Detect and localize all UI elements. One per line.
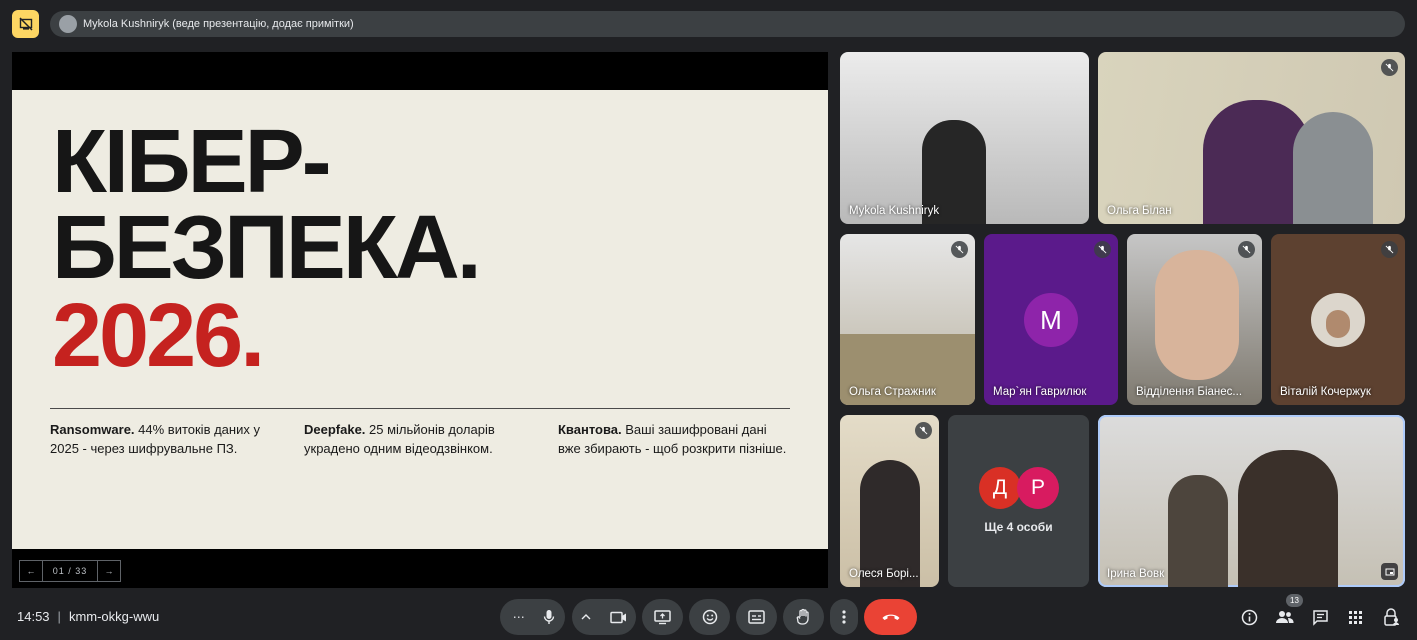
slide-navigator: ← 01 / 33 → <box>19 560 121 582</box>
more-participants-label: Ще 4 особи <box>984 520 1053 534</box>
meeting-code: kmm-okkg-wwu <box>68 609 160 624</box>
more-participants-tile[interactable]: Д Р Ще 4 особи <box>948 415 1089 587</box>
more-vert-icon <box>842 610 846 624</box>
presentation-slide: КІБЕР- БЕЗПЕКА. 2026. Ransomware. 44% ви… <box>12 90 828 549</box>
participant-name: Мар`ян Гаврилюк <box>993 386 1087 398</box>
participant-video <box>1155 250 1239 380</box>
participant-tile[interactable]: Ольга Стражник <box>840 234 975 405</box>
participant-name: Ірина Вовк <box>1107 568 1165 580</box>
participant-name: Ольга Білан <box>1107 205 1172 217</box>
mic-off-icon <box>1238 241 1255 258</box>
participant-tile[interactable]: M Мар`ян Гаврилюк <box>984 234 1118 405</box>
participant-tile-self[interactable]: Ірина Вовк <box>1098 415 1405 587</box>
reactions-button[interactable] <box>689 599 730 635</box>
captions-button[interactable] <box>736 599 777 635</box>
chevron-up-icon[interactable] <box>581 613 591 621</box>
mic-icon[interactable] <box>542 609 556 625</box>
picture-in-picture-icon[interactable] <box>1381 563 1398 580</box>
presentation-toggle-button[interactable] <box>12 10 39 38</box>
audio-options-icon[interactable]: ⋯ <box>513 610 525 624</box>
mic-off-icon <box>915 422 932 439</box>
meeting-info: 14:53 | kmm-okkg-wwu <box>17 609 159 624</box>
captions-icon <box>748 610 765 624</box>
prev-slide-button[interactable]: ← <box>20 561 43 581</box>
raise-hand-button[interactable] <box>783 599 824 635</box>
divider: | <box>57 609 61 624</box>
slide-heading-line2: БЕЗПЕКА. <box>52 198 482 298</box>
slide-page-indicator: 01 / 33 <box>43 561 98 581</box>
apps-grid-icon <box>1348 610 1362 624</box>
slide-column-quantum: Квантова. Ваші зашифровані дані вже збир… <box>558 422 787 456</box>
more-options-button[interactable] <box>830 599 858 635</box>
lock-person-icon <box>1383 608 1399 626</box>
participant-name: Віталій Кочержук <box>1280 386 1371 398</box>
participant-name: Mykola Kushniryk <box>849 205 940 217</box>
presenter-avatar <box>59 15 77 33</box>
people-icon <box>1275 611 1294 623</box>
host-controls-button[interactable] <box>1380 606 1402 628</box>
mic-off-icon <box>1094 241 1111 258</box>
slide-column-ransomware: Ransomware. 44% витоків даних у 2025 - ч… <box>50 422 260 456</box>
activities-button[interactable] <box>1344 606 1366 628</box>
participant-avatar: Р <box>1017 467 1059 509</box>
camera-icon[interactable] <box>610 611 627 624</box>
participant-avatar-photo <box>1311 293 1365 347</box>
slide-column-deepfake: Deepfake. 25 мільйонів доларів украдено … <box>304 422 495 456</box>
present-screen-icon <box>654 609 671 624</box>
participant-tile[interactable]: Олеся Борі... <box>840 415 939 587</box>
people-button[interactable] <box>1273 606 1295 628</box>
next-slide-button[interactable]: → <box>98 561 120 581</box>
participant-avatar: Д <box>979 467 1021 509</box>
participant-tile[interactable]: Mykola Kushniryk <box>840 52 1089 224</box>
slide-heading-line3: 2026. <box>52 286 265 386</box>
slide-divider <box>50 408 790 409</box>
meeting-details-button[interactable] <box>1238 606 1260 628</box>
participant-tile[interactable]: Відділення Біанес... <box>1127 234 1262 405</box>
mic-off-icon <box>951 241 968 258</box>
emoji-icon <box>702 609 717 625</box>
audio-control-group: ⋯ <box>500 599 565 635</box>
participant-tile[interactable]: Ольга Білан <box>1098 52 1405 224</box>
participant-name: Олеся Борі... <box>849 568 919 580</box>
presentation-off-icon <box>18 17 33 31</box>
participant-name: Ольга Стражник <box>849 386 936 398</box>
present-screen-button[interactable] <box>642 599 683 635</box>
hang-up-icon <box>882 614 899 620</box>
clock: 14:53 <box>17 609 50 624</box>
participant-name: Відділення Біанес... <box>1136 386 1243 398</box>
presenter-label: Mykola Kushniryk (веде презентацію, дода… <box>83 18 354 30</box>
participant-video <box>1168 475 1228 587</box>
chat-button[interactable] <box>1309 606 1331 628</box>
leave-call-button[interactable] <box>864 599 917 635</box>
video-control-group <box>572 599 636 635</box>
participant-avatar: M <box>1024 293 1078 347</box>
presenter-banner[interactable]: Mykola Kushniryk (веде презентацію, дода… <box>50 11 1405 37</box>
info-icon <box>1241 609 1257 625</box>
participant-tile[interactable]: Віталій Кочержук <box>1271 234 1405 405</box>
mic-off-icon <box>1381 241 1398 258</box>
mic-off-icon <box>1381 59 1398 76</box>
hand-icon <box>796 608 809 625</box>
chat-icon <box>1312 609 1328 626</box>
slide-heading-line1: КІБЕР- <box>52 112 332 212</box>
